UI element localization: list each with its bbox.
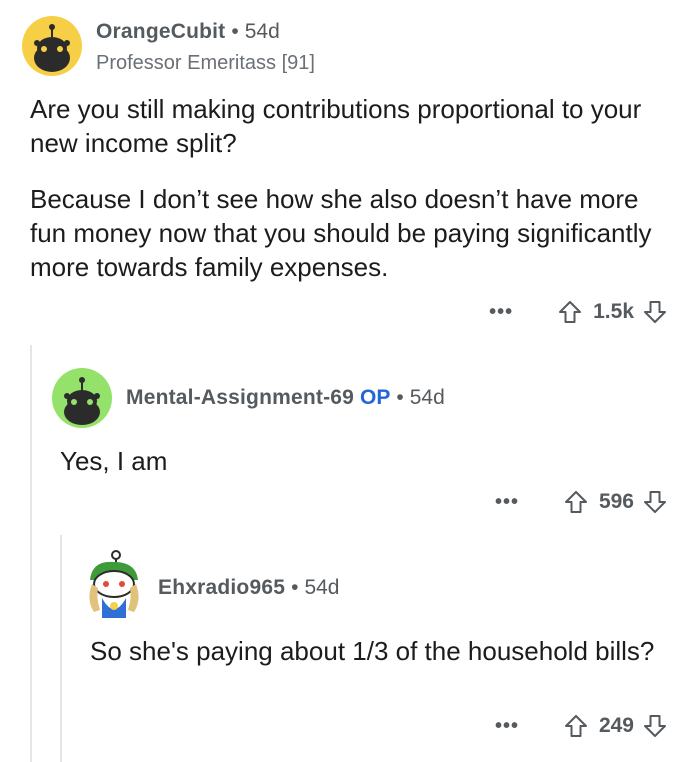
comment-paragraph: Yes, I am: [60, 446, 168, 476]
upvote-icon[interactable]: [563, 713, 589, 739]
upvote-icon[interactable]: [563, 489, 589, 515]
author-name[interactable]: Mental-Assignment-69: [126, 386, 354, 409]
comment-paragraph: Because I don’t see how she also doesn’t…: [30, 184, 652, 282]
vote-score: 249: [598, 714, 634, 737]
comment-actions: ••• 249: [495, 711, 668, 741]
op-badge: OP: [360, 386, 391, 409]
comment-paragraph: Are you still making contributions propo…: [30, 94, 642, 158]
comment-actions: ••• 596: [495, 487, 668, 517]
snoo-avatar-icon: [34, 24, 70, 72]
author-name[interactable]: Ehxradio965: [158, 576, 285, 599]
comment-body: So she's paying about 1/3 of the househo…: [90, 634, 660, 668]
thread-line-level-1[interactable]: [30, 345, 32, 762]
comment-age: 54d: [304, 576, 340, 599]
author-name[interactable]: OrangeCubit: [96, 20, 225, 43]
upvote-icon[interactable]: [557, 299, 583, 325]
downvote-icon[interactable]: [642, 713, 668, 739]
comment-meta: OrangeCubit • 54d: [96, 20, 280, 44]
avatar[interactable]: [22, 16, 82, 76]
vote-score: 596: [598, 490, 634, 513]
snoo-avatar-icon: [64, 377, 100, 425]
comment-paragraph: So she's paying about 1/3 of the househo…: [90, 636, 655, 666]
more-options-button[interactable]: •••: [495, 492, 519, 512]
user-flair: Professor Emeritass [91]: [96, 52, 315, 74]
comment-meta: Mental-Assignment-69 OP • 54d: [126, 386, 445, 410]
downvote-icon[interactable]: [642, 489, 668, 515]
thread-line-level-2[interactable]: [60, 535, 62, 762]
avatar[interactable]: [82, 550, 144, 620]
comment-age: 54d: [244, 20, 280, 43]
custom-snoo-avatar-icon: [89, 550, 139, 618]
meta-separator: •: [396, 386, 404, 409]
comment-meta: Ehxradio965 • 54d: [158, 576, 340, 600]
comment-body: Are you still making contributions propo…: [30, 92, 670, 284]
comment-actions: ••• 1.5k: [489, 297, 668, 327]
comment-age: 54d: [409, 386, 445, 409]
comment-body: Yes, I am: [60, 444, 670, 478]
avatar[interactable]: [52, 368, 112, 428]
meta-separator: •: [291, 576, 299, 599]
downvote-icon[interactable]: [642, 299, 668, 325]
more-options-button[interactable]: •••: [489, 302, 513, 322]
more-options-button[interactable]: •••: [495, 716, 519, 736]
meta-separator: •: [231, 20, 239, 43]
vote-score: 1.5k: [593, 300, 634, 323]
